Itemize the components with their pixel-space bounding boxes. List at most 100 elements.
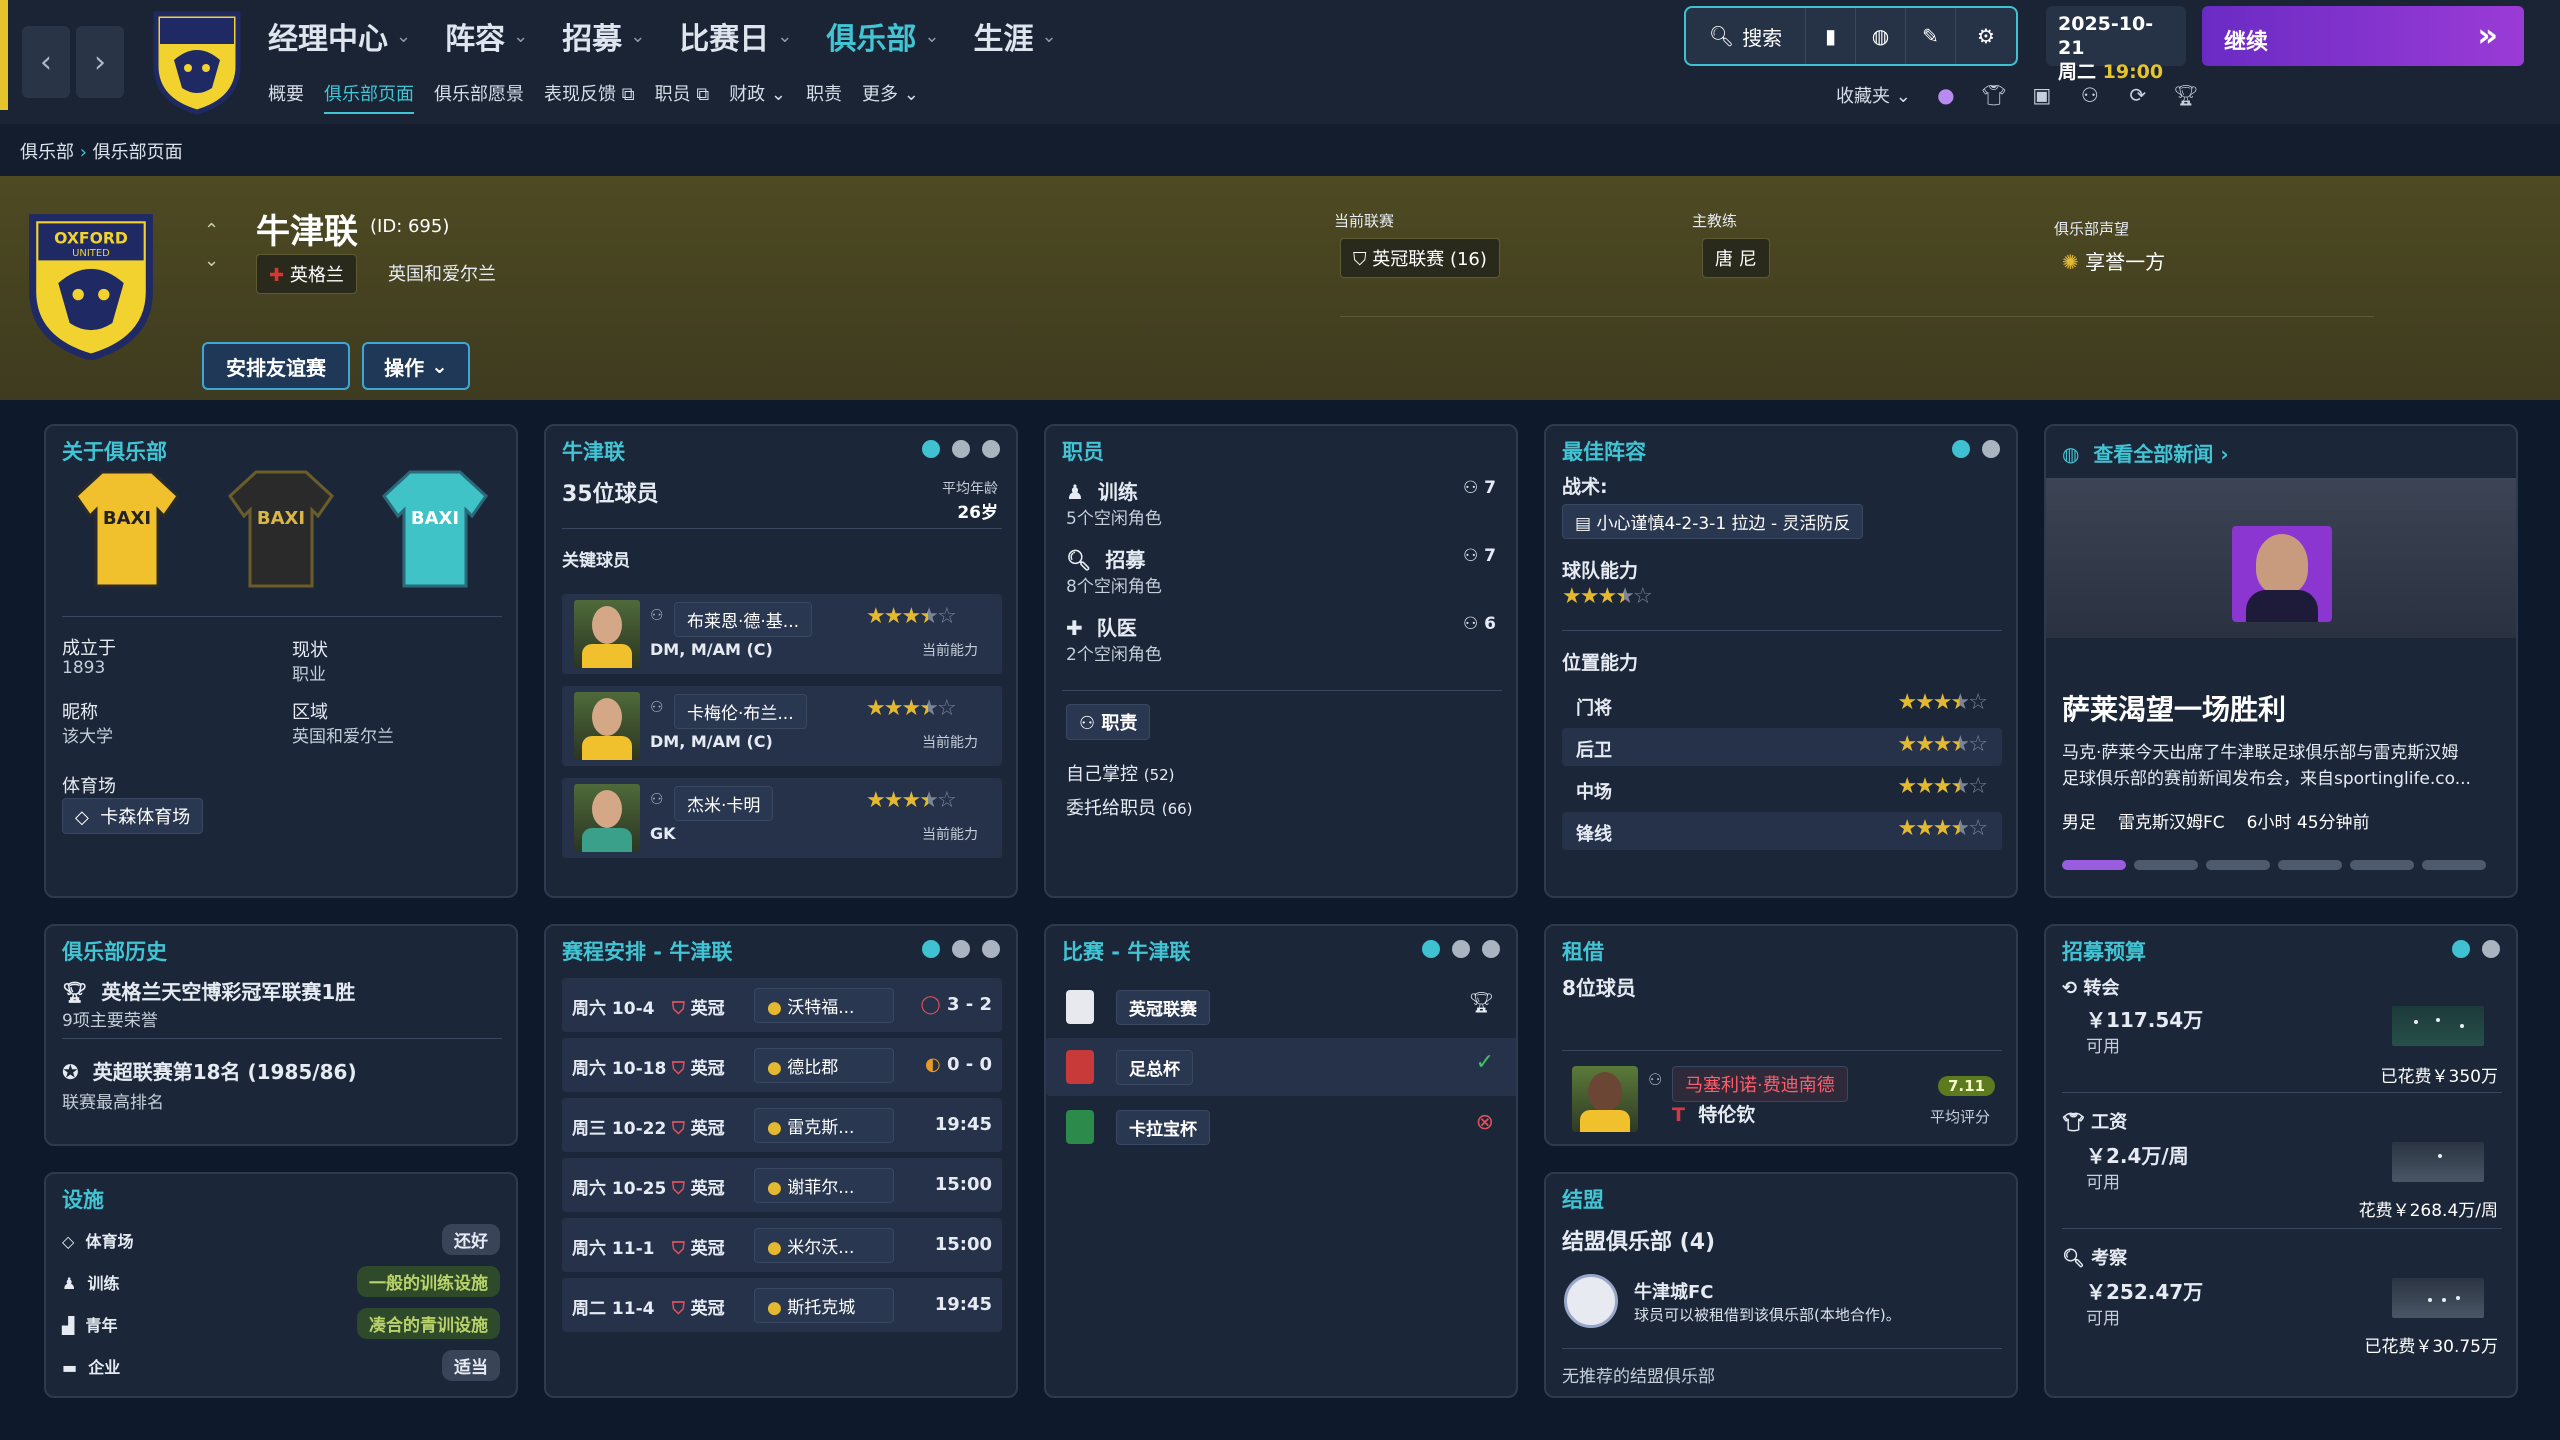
forward-button[interactable]: › — [76, 26, 124, 98]
opponent[interactable]: ● 沃特福... — [754, 988, 894, 1023]
pager-dots[interactable] — [922, 440, 1000, 458]
tab-more[interactable]: 更多 ⌄ — [862, 80, 919, 114]
key-player-row[interactable]: ⚇ 杰米·卡明 GK ★★★★☆ 当前能力 — [562, 778, 1002, 858]
fixture-row[interactable]: 周六 10-18 ⛉ 英冠 ● 德比郡 ◐ 0 - 0 — [562, 1038, 1002, 1092]
facility-row[interactable]: ▟ 青年 — [62, 1312, 117, 1336]
news-pager[interactable] — [2062, 860, 2486, 870]
tab-staff-duties[interactable]: 职责 — [806, 80, 842, 114]
third-kit-icon[interactable]: BAXI — [380, 466, 490, 592]
nav-recruit[interactable]: 招募 ⌄ — [562, 14, 645, 58]
shirt-icon[interactable]: 👕︎ — [1981, 83, 2007, 107]
facility-row[interactable]: ▬ 企业 — [62, 1354, 120, 1378]
staff-role-1[interactable]: 🔍︎ 招募 — [1066, 544, 1145, 573]
away-kit-icon[interactable]: BAXI — [226, 466, 336, 592]
self-control[interactable]: 自己掌控 (52) — [1066, 760, 1175, 786]
position-row[interactable]: 后卫 ★★★★☆ — [1562, 728, 2002, 766]
view-all-news-link[interactable]: ◍ 查看全部新闻 › — [2062, 438, 2229, 467]
opponent[interactable]: ● 谢菲尔... — [754, 1168, 894, 1203]
club-logo[interactable] — [152, 10, 242, 114]
opponent[interactable]: ● 斯托克城 — [754, 1288, 894, 1323]
facility-row[interactable]: ◇ 体育场 — [62, 1228, 133, 1252]
fixture-row[interactable]: 周二 11-4 ⛉ 英冠 ● 斯托克城 19:45 — [562, 1278, 1002, 1332]
duties-button[interactable]: ⚇ 职责 — [1066, 704, 1151, 740]
manager-badge[interactable]: 唐 尼 — [1702, 238, 1770, 278]
pager-dots[interactable] — [922, 940, 1000, 958]
player-name[interactable]: 杰米·卡明 — [674, 786, 774, 821]
club-switcher[interactable]: ⌃ ⌄ — [204, 216, 219, 276]
competition-name[interactable]: 足总杯 — [1116, 1050, 1193, 1085]
key-player-row[interactable]: ⚇ 卡梅伦·布兰... DM, M/AM (C) ★★★★☆ 当前能力 — [562, 686, 1002, 766]
actions-button[interactable]: 操作 ⌄ — [362, 342, 470, 390]
search-button[interactable]: 🔍︎ 搜索 — [1686, 8, 1806, 64]
pager-dots[interactable] — [1952, 440, 2000, 458]
tab-finance[interactable]: 财政 ⌄ — [729, 80, 786, 114]
chat-icon[interactable]: ● — [1933, 83, 1959, 107]
favorites-dropdown[interactable]: 收藏夹 ⌄ — [1836, 82, 1911, 108]
news-headline[interactable]: 萨莱渴望一场胜利 — [2062, 688, 2286, 728]
league-badge[interactable]: ⛉ 英冠联赛 (16) — [1340, 238, 1500, 278]
opponent[interactable]: ● 德比郡 — [754, 1048, 894, 1083]
home-kit-icon[interactable]: BAXI — [72, 466, 182, 592]
nav-matchday[interactable]: 比赛日 ⌄ — [679, 14, 792, 58]
affiliate-name[interactable]: 牛津城FC — [1634, 1278, 1714, 1304]
trophy-icon[interactable]: 🏆︎ — [2173, 83, 2199, 107]
nav-squad[interactable]: 阵容 ⌄ — [445, 14, 528, 58]
affiliate-crest[interactable] — [1564, 1274, 1618, 1328]
key-player-row[interactable]: ⚇ 布莱恩·德·基... DM, M/AM (C) ★★★★☆ 当前能力 — [562, 594, 1002, 674]
tab-overview[interactable]: 概要 — [268, 80, 304, 114]
competition-name[interactable]: 卡拉宝杯 — [1116, 1110, 1210, 1145]
player-name[interactable]: 布莱恩·德·基... — [674, 602, 813, 637]
tab-staff[interactable]: 职员 ⧉ — [655, 80, 710, 114]
honour-row[interactable]: 🏆︎ 英格兰天空博彩冠军联赛1胜 — [62, 976, 355, 1005]
chevron-up-icon[interactable]: ⌃ — [204, 216, 219, 246]
loan-player-name[interactable]: 马塞利诺·费迪南德 — [1672, 1066, 1848, 1102]
tab-club-page[interactable]: 俱乐部页面 — [324, 80, 414, 114]
refresh-icon[interactable]: ⟳ — [2125, 83, 2151, 107]
globe-button[interactable]: ◍ — [1856, 8, 1906, 64]
chevron-down-icon[interactable]: ⌄ — [204, 246, 219, 276]
edit-button[interactable]: ✎ — [1906, 8, 1956, 64]
position-row[interactable]: 门将 ★★★★☆ — [1562, 686, 2002, 724]
competition-row[interactable]: 卡拉宝杯 ⊗ — [1046, 1098, 1516, 1156]
pager-dots[interactable] — [2452, 940, 2500, 958]
date-display[interactable]: 2025-10-21 周二 19:00 — [2046, 6, 2186, 83]
competition-row[interactable]: 足总杯 ✓ — [1046, 1038, 1516, 1096]
opponent[interactable]: ● 米尔沃... — [754, 1228, 894, 1263]
users-icon[interactable]: ⚇ — [2077, 83, 2103, 107]
clipboard-icon[interactable]: ▣ — [2029, 83, 2055, 107]
nation-badge[interactable]: ✚ 英格兰 — [256, 254, 357, 294]
fixture-row[interactable]: 周三 10-22 ⛉ 英冠 ● 雷克斯... 19:45 — [562, 1098, 1002, 1152]
stadium-link[interactable]: ◇ 卡森体育场 — [62, 798, 204, 834]
fixture-row[interactable]: 周六 10-25 ⛉ 英冠 ● 谢菲尔... 15:00 — [562, 1158, 1002, 1212]
position-row[interactable]: 锋线 ★★★★☆ — [1562, 812, 2002, 850]
fixture-row[interactable]: 周六 10-4 ⛉ 英冠 ● 沃特福... ◯ 3 - 2 — [562, 978, 1002, 1032]
opponent[interactable]: ● 雷克斯... — [754, 1108, 894, 1143]
tab-club-vision[interactable]: 俱乐部愿景 — [434, 80, 524, 114]
position-row[interactable]: 中场 ★★★★☆ — [1562, 770, 2002, 808]
main-nav: 经理中心 ⌄ 阵容 ⌄ 招募 ⌄ 比赛日 ⌄ 俱乐部 ⌄ 生涯 ⌄ — [268, 14, 1057, 58]
tactic-badge[interactable]: ▤ 小心谨慎4-2-3-1 拉边 - 灵活防反 — [1562, 504, 1864, 539]
nav-club[interactable]: 俱乐部 ⌄ — [826, 14, 939, 58]
loan-player-photo[interactable] — [1572, 1066, 1638, 1132]
player-name[interactable]: 卡梅伦·布兰... — [674, 694, 807, 729]
continue-button[interactable]: 继续» — [2202, 6, 2524, 66]
competition-row[interactable]: 英冠联赛 🏆︎ — [1046, 978, 1516, 1036]
back-button[interactable]: ‹ — [22, 26, 70, 98]
staff-role-2[interactable]: ✚ 队医 — [1066, 612, 1137, 641]
nav-career[interactable]: 生涯 ⌄ — [973, 14, 1056, 58]
breadcrumb-club[interactable]: 俱乐部 — [20, 142, 74, 163]
league-icon: ⛉ — [672, 1239, 685, 1259]
competition-name[interactable]: 英冠联赛 — [1116, 990, 1210, 1025]
pager-dots[interactable] — [1422, 940, 1500, 958]
settings-button[interactable]: ⚙ — [1956, 8, 2016, 64]
arrange-friendly-button[interactable]: 安排友谊赛 — [202, 342, 350, 390]
tab-feedback[interactable]: 表现反馈 ⧉ — [544, 80, 635, 114]
nav-manager-center[interactable]: 经理中心 ⌄ — [268, 14, 411, 58]
fixture-row[interactable]: 周六 11-1 ⛉ 英冠 ● 米尔沃... 15:00 — [562, 1218, 1002, 1272]
staff-role-0[interactable]: ♟ 训练 — [1066, 476, 1138, 505]
bookmark-button[interactable]: ▮ — [1806, 8, 1856, 64]
loan-club[interactable]: T 特伦钦 — [1672, 1100, 1755, 1127]
delegated[interactable]: 委托给职员 (66) — [1066, 794, 1193, 820]
facility-row[interactable]: ♟ 训练 — [62, 1270, 120, 1294]
best-finish-row[interactable]: ✪ 英超联赛第18名 (1985/86) — [62, 1056, 357, 1085]
